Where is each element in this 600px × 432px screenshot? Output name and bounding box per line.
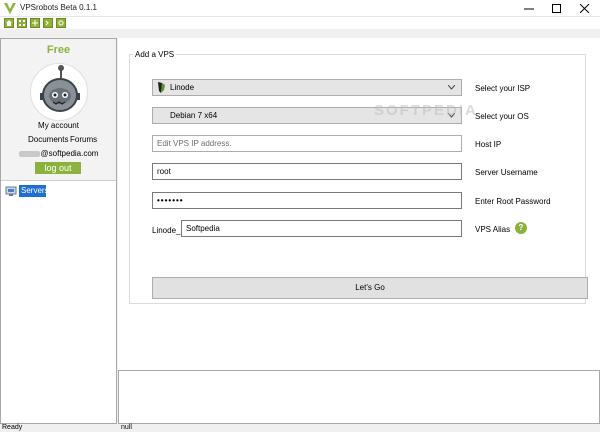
- alias-prefix: Linode_: [152, 226, 181, 235]
- toolbar-grid-button[interactable]: [17, 18, 27, 28]
- username-label: Server Username: [475, 168, 538, 177]
- status-detail: null: [121, 424, 132, 431]
- settings-icon: [58, 20, 64, 26]
- toolbar-home-button[interactable]: [4, 18, 14, 28]
- avatar: [30, 63, 88, 121]
- documents-link[interactable]: Documents: [28, 135, 68, 144]
- forums-link[interactable]: Forums: [70, 135, 97, 144]
- robot-avatar-icon: [40, 65, 80, 112]
- left-panel: Free My account Documents Forums @softpe…: [0, 38, 117, 424]
- watermark: SOFTPEDIA: [374, 102, 478, 119]
- maximize-icon: [552, 4, 561, 13]
- host-ip-label: Host IP: [475, 140, 502, 149]
- isp-label: Select your ISP: [475, 84, 531, 93]
- status-text: Ready: [2, 424, 23, 431]
- toolbar-settings-button[interactable]: [56, 18, 66, 28]
- app-logo-icon: [4, 3, 16, 14]
- maximize-button[interactable]: [543, 0, 571, 17]
- tree-item-label: Servers: [19, 185, 49, 197]
- chevron-down-icon: [448, 85, 455, 90]
- group-title: Add a VPS: [133, 50, 177, 59]
- home-icon: [6, 20, 12, 26]
- toolbar: [0, 17, 600, 29]
- plan-label: Free: [46, 44, 71, 56]
- toolbar-terminal-button[interactable]: [43, 18, 53, 28]
- log-panel[interactable]: [118, 370, 600, 424]
- close-icon: [580, 4, 590, 13]
- username-input[interactable]: root: [152, 163, 462, 180]
- alias-input[interactable]: Softpedia: [181, 220, 462, 237]
- my-account-link[interactable]: My account: [1, 121, 116, 130]
- isp-select[interactable]: Linode: [152, 79, 462, 96]
- isp-select-value: Linode: [170, 83, 195, 92]
- terminal-icon: [45, 20, 49, 26]
- account-box: Free My account Documents Forums @softpe…: [1, 39, 116, 181]
- host-ip-input[interactable]: Edit VPS IP address.: [152, 135, 462, 152]
- password-input[interactable]: •••••••: [152, 192, 462, 209]
- minimize-icon: [524, 8, 534, 10]
- logout-button[interactable]: log out: [35, 162, 81, 174]
- toolbar-network-button[interactable]: [30, 18, 40, 28]
- os-label: Select your OS: [475, 112, 529, 121]
- title-bar: VPSrobots Beta 0.1.1: [0, 0, 600, 17]
- os-select-value: Debian 7 x64: [170, 111, 218, 120]
- add-vps-group: Add a VPS Linode Select your ISP Debian …: [129, 50, 588, 304]
- account-email: @softpedia.com: [1, 149, 116, 158]
- email-domain: @softpedia.com: [40, 149, 99, 158]
- linode-icon: [158, 82, 165, 93]
- servers-icon: [5, 186, 17, 196]
- window-title: VPSrobots Beta 0.1.1: [20, 3, 97, 12]
- help-icon[interactable]: ?: [515, 222, 527, 234]
- close-button[interactable]: [571, 0, 599, 17]
- minimize-button[interactable]: [515, 0, 543, 17]
- status-bar: Ready null: [0, 424, 600, 432]
- grid-icon: [19, 20, 25, 26]
- password-label: Enter Root Password: [475, 197, 551, 206]
- redacted-username: [18, 150, 40, 157]
- lets-go-button[interactable]: Let's Go: [152, 277, 588, 299]
- alias-label: VPS Alias: [475, 225, 511, 234]
- main-panel: Add a VPS Linode Select your ISP Debian …: [118, 38, 600, 370]
- network-icon: [32, 20, 38, 26]
